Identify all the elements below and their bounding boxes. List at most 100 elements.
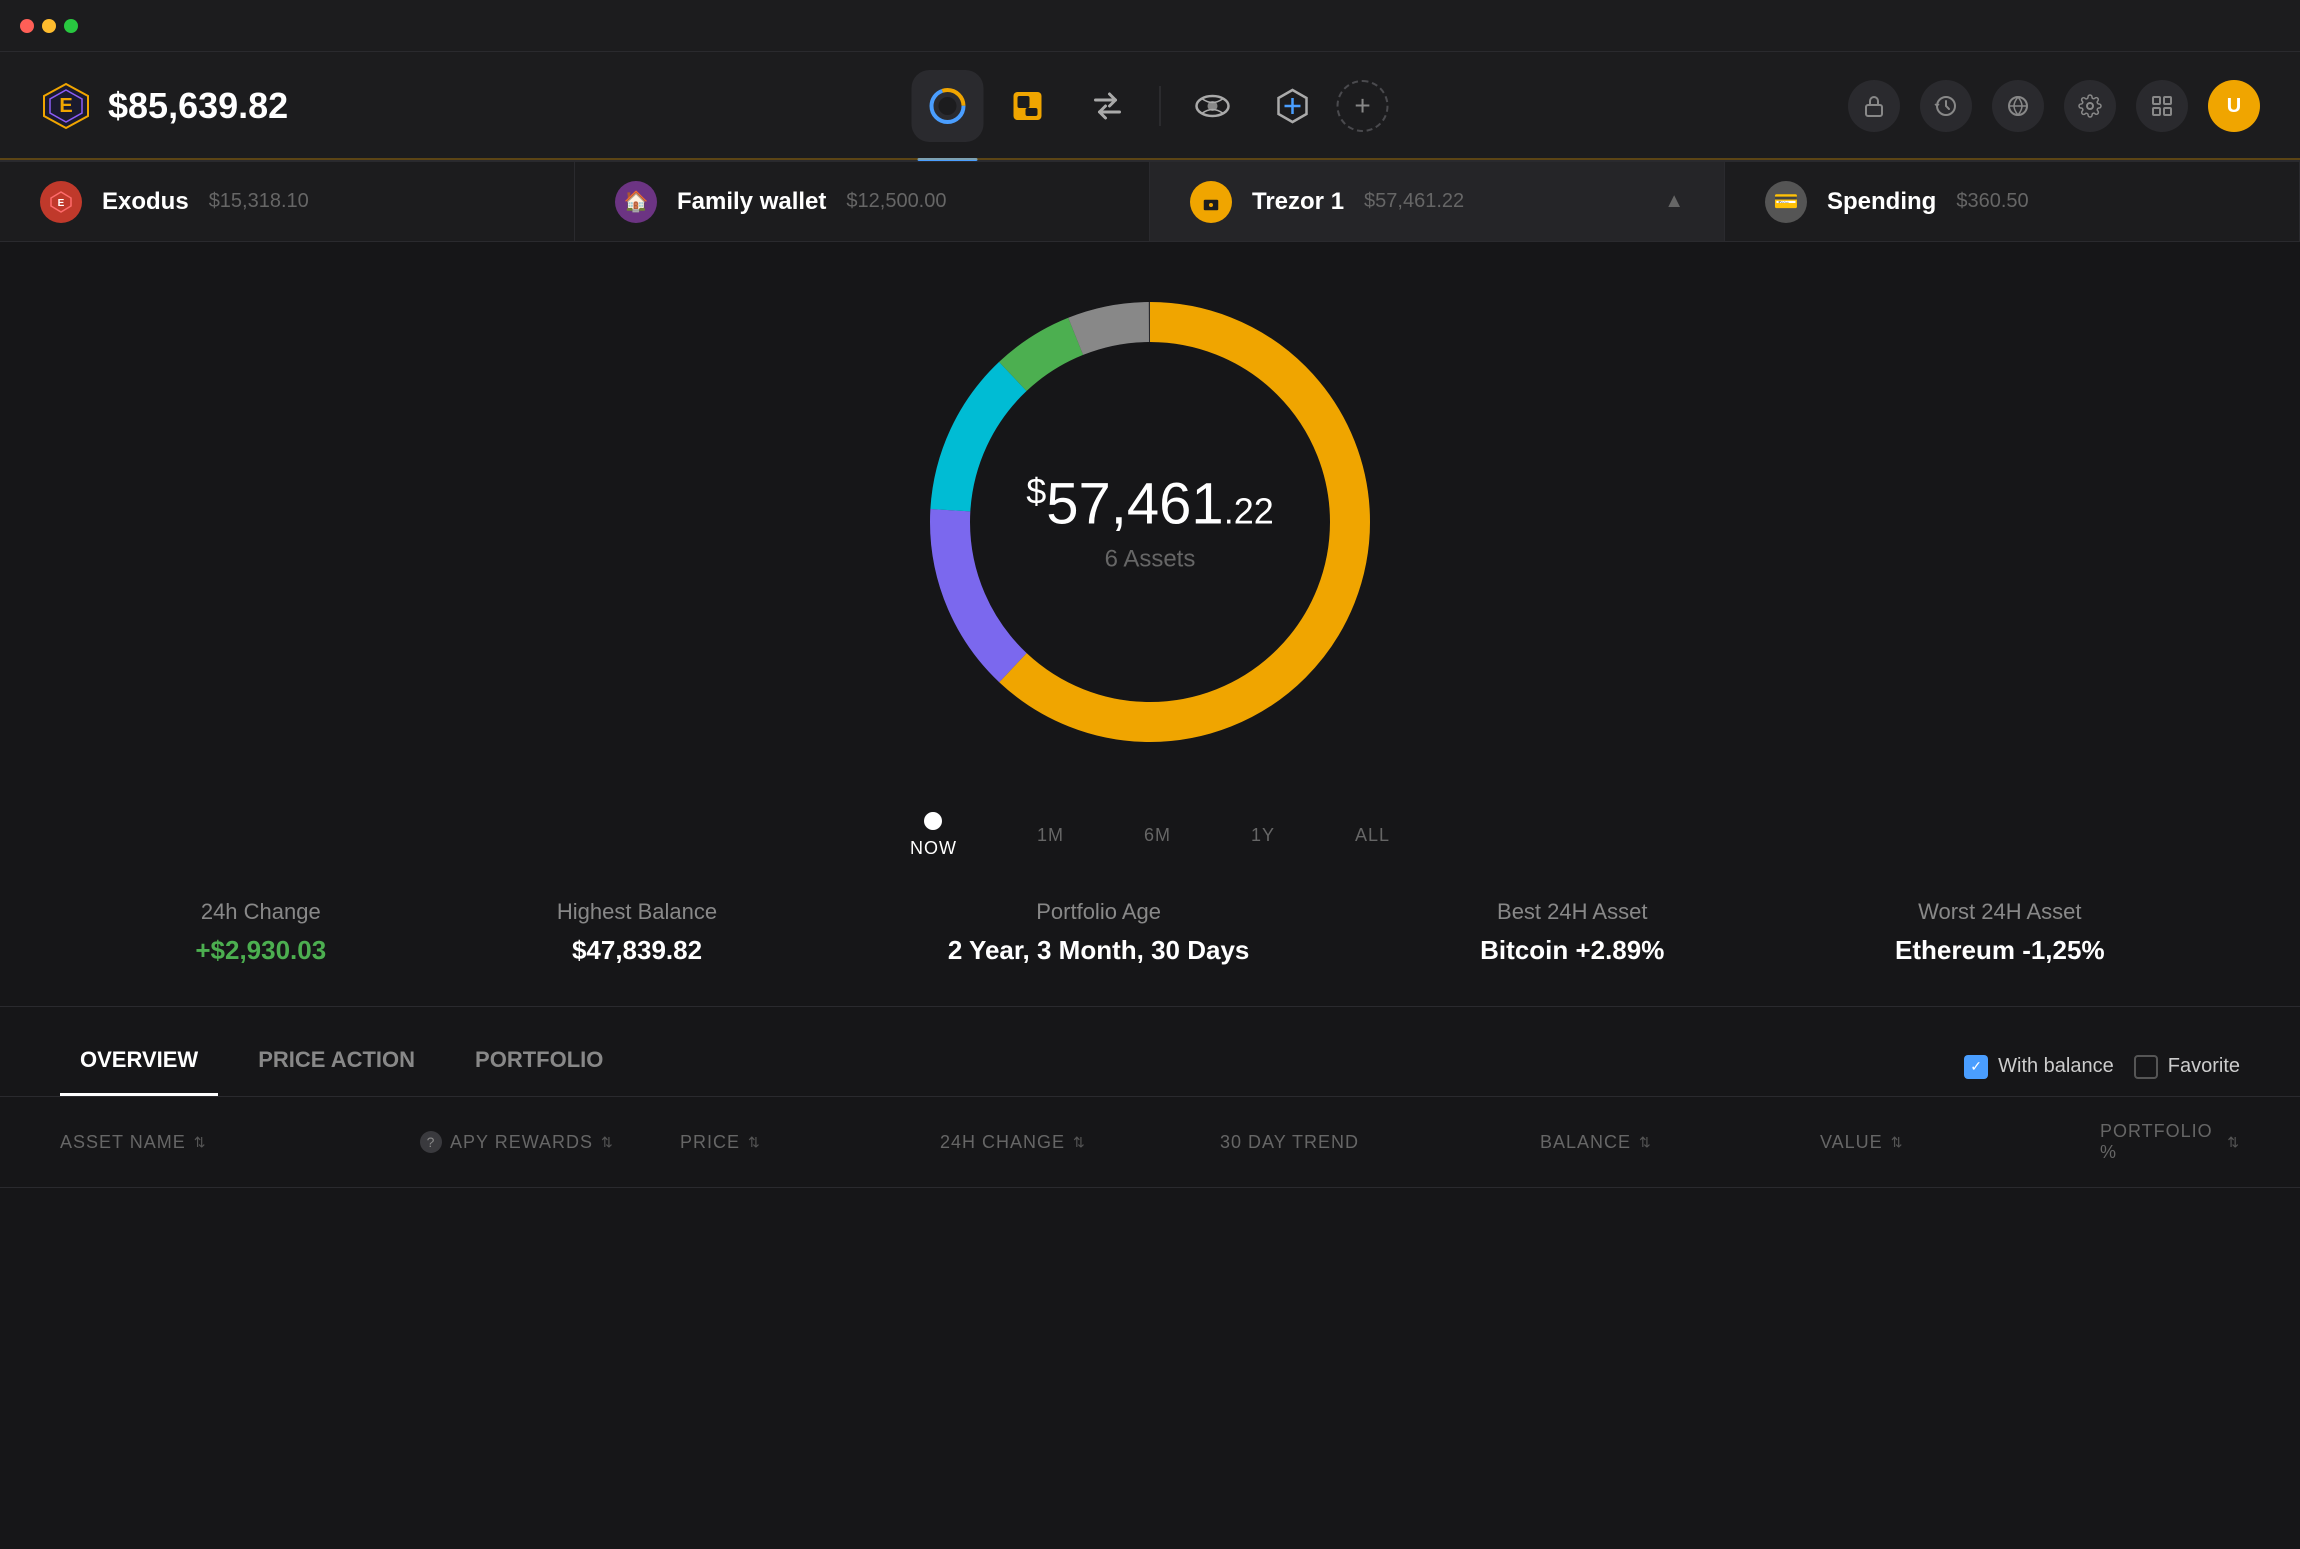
th-24h-change[interactable]: 24H CHANGE ⇅ [940, 1132, 1220, 1153]
tab-price-action[interactable]: PRICE ACTION [238, 1037, 435, 1096]
timeline-label-6m: 6M [1144, 825, 1171, 846]
stat-portfolio-age: Portfolio Age 2 Year, 3 Month, 30 Days [948, 899, 1250, 966]
exodus-name: Exodus [102, 188, 189, 216]
trezor-icon [1190, 181, 1232, 223]
donut-amount: $57,461.22 [1026, 470, 1273, 537]
donut-main: 57,461 [1046, 472, 1223, 537]
enkrypt-logo-icon: E [40, 80, 92, 132]
spending-balance: $360.50 [1956, 190, 2028, 213]
tabs-right-filters: ✓ With balance Favorite [1964, 1055, 2240, 1079]
tabs-section: OVERVIEW PRICE ACTION PORTFOLIO ✓ With b… [0, 1007, 2300, 1097]
donut-center: $57,461.22 6 Assets [1026, 470, 1273, 573]
timeline-1m[interactable]: 1M [1037, 825, 1064, 846]
nav-apps-button[interactable] [1177, 70, 1249, 142]
timeline-label-1m: 1M [1037, 825, 1064, 846]
timeline-now[interactable]: NOW [910, 812, 957, 859]
trezor-name: Trezor 1 [1252, 188, 1344, 216]
favorite-checkbox[interactable] [2134, 1055, 2158, 1079]
grid-button[interactable] [2136, 80, 2188, 132]
settings-button[interactable] [2064, 80, 2116, 132]
nav-swap-button[interactable] [1072, 70, 1144, 142]
stat-highest-balance-value: $47,839.82 [557, 935, 717, 966]
nav-add-network-button[interactable] [1257, 70, 1329, 142]
window-controls [20, 19, 78, 33]
stat-highest-balance: Highest Balance $47,839.82 [557, 899, 717, 966]
tab-portfolio[interactable]: PORTFOLIO [455, 1037, 623, 1096]
wallet-tab-trezor[interactable]: Trezor 1 $57,461.22 ▲ [1150, 162, 1725, 241]
sort-icon-value: ⇅ [1891, 1134, 1904, 1151]
logo-area: E $85,639.82 [40, 80, 300, 132]
svg-text:E: E [58, 198, 65, 209]
stat-best-asset-label: Best 24H Asset [1480, 899, 1664, 925]
tab-overview[interactable]: OVERVIEW [60, 1037, 218, 1096]
stats-row: 24h Change +$2,930.03 Highest Balance $4… [0, 859, 2300, 1007]
stat-worst-asset-value: Ethereum -1,25% [1895, 935, 2105, 966]
timeline-dot-now [924, 812, 942, 830]
titlebar [0, 0, 2300, 52]
close-button[interactable] [20, 19, 34, 33]
history-button[interactable] [1920, 80, 1972, 132]
filter-favorite[interactable]: Favorite [2134, 1055, 2240, 1079]
exodus-icon: E [40, 181, 82, 223]
sort-icon-price: ⇅ [748, 1134, 761, 1151]
timeline: NOW 1M 6M 1Y ALL [810, 812, 1490, 859]
donut-dollar: $ [1026, 470, 1046, 511]
spending-icon: 💳 [1765, 181, 1807, 223]
trezor-balance: $57,461.22 [1364, 190, 1464, 213]
family-balance: $12,500.00 [846, 190, 946, 213]
stat-best-asset: Best 24H Asset Bitcoin +2.89% [1480, 899, 1664, 966]
sort-icon-asset: ⇅ [194, 1134, 207, 1151]
timeline-1y[interactable]: 1Y [1251, 825, 1275, 846]
chart-area: $57,461.22 6 Assets NOW 1M 6M 1Y ALL [0, 242, 2300, 859]
stat-highest-balance-label: Highest Balance [557, 899, 717, 925]
exodus-balance: $15,318.10 [209, 190, 309, 213]
wallet-tab-family[interactable]: 🏠 Family wallet $12,500.00 [575, 162, 1150, 241]
timeline-all[interactable]: ALL [1355, 825, 1390, 846]
stat-portfolio-age-value: 2 Year, 3 Month, 30 Days [948, 935, 1250, 966]
filter-with-balance[interactable]: ✓ With balance [1964, 1055, 2114, 1079]
stat-24h-change-value: +$2,930.03 [195, 935, 326, 966]
th-balance[interactable]: BALANCE ⇅ [1540, 1132, 1820, 1153]
with-balance-label: With balance [1998, 1055, 2114, 1078]
donut-assets: 6 Assets [1026, 546, 1273, 574]
maximize-button[interactable] [64, 19, 78, 33]
topbar: E $85,639.82 [0, 52, 2300, 162]
timeline-label-now: NOW [910, 838, 957, 859]
family-name: Family wallet [677, 188, 826, 216]
sort-icon-portfolio: ⇅ [2227, 1134, 2240, 1151]
user-button[interactable]: U [2208, 80, 2260, 132]
minimize-button[interactable] [42, 19, 56, 33]
lock-button[interactable] [1848, 80, 1900, 132]
th-value[interactable]: VALUE ⇅ [1820, 1132, 2100, 1153]
nav-divider [1160, 86, 1161, 126]
wallet-tab-exodus[interactable]: E Exodus $15,318.10 [0, 162, 575, 241]
donut-cents: .22 [1224, 491, 1274, 532]
nav-center: + [912, 70, 1389, 142]
nav-portfolio-button[interactable] [912, 70, 984, 142]
sort-icon-apy: ⇅ [601, 1134, 614, 1151]
th-portfolio-pct[interactable]: PORTFOLIO % ⇅ [2100, 1121, 2240, 1163]
nav-add-button[interactable]: + [1337, 80, 1389, 132]
nav-nft-button[interactable] [992, 70, 1064, 142]
svg-text:E: E [59, 95, 72, 117]
stat-worst-asset: Worst 24H Asset Ethereum -1,25% [1895, 899, 2105, 966]
nav-right: U [1848, 80, 2260, 132]
wallet-tab-spending[interactable]: 💳 Spending $360.50 [1725, 162, 2300, 241]
stat-24h-change-label: 24h Change [195, 899, 326, 925]
with-balance-checkbox[interactable]: ✓ [1964, 1055, 1988, 1079]
stat-best-asset-value: Bitcoin +2.89% [1480, 935, 1664, 966]
th-apy-rewards[interactable]: ? APY REWARDS ⇅ [420, 1131, 680, 1153]
sort-icon-change: ⇅ [1073, 1134, 1086, 1151]
th-30day-trend: 30 DAY TREND [1220, 1132, 1540, 1153]
globe-button[interactable] [1992, 80, 2044, 132]
stat-portfolio-age-label: Portfolio Age [948, 899, 1250, 925]
stat-24h-change: 24h Change +$2,930.03 [195, 899, 326, 966]
donut-chart: $57,461.22 6 Assets [890, 262, 1410, 782]
timeline-6m[interactable]: 6M [1144, 825, 1171, 846]
sort-icon-balance: ⇅ [1639, 1134, 1652, 1151]
trezor-arrow: ▲ [1664, 190, 1684, 213]
timeline-label-all: ALL [1355, 825, 1390, 846]
th-asset-name[interactable]: ASSET NAME ⇅ [60, 1132, 420, 1153]
th-price[interactable]: PRICE ⇅ [680, 1132, 940, 1153]
favorite-label: Favorite [2168, 1055, 2240, 1078]
